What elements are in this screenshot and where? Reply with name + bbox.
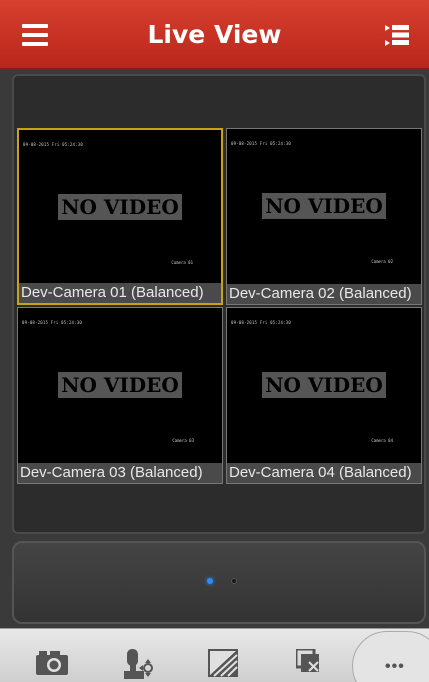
hamburger-menu-icon[interactable] — [22, 24, 48, 46]
osd-camera-name: Camera 03 — [172, 438, 194, 443]
camera-label: Dev-Camera 02 (Balanced) — [227, 284, 421, 304]
header-bar: Live View — [0, 0, 429, 70]
osd-camera-name: Camera 02 — [371, 259, 393, 264]
camera-label: Dev-Camera 01 (Balanced) — [19, 283, 221, 303]
no-video-text: NO VIDEO — [262, 372, 386, 398]
close-window-icon[interactable] — [294, 647, 322, 680]
camera-window-4[interactable]: 09-08-2015 Fri 05:24:30 NO VIDEO Camera … — [226, 307, 422, 484]
bottom-toolbar: ••• — [0, 628, 429, 682]
page-dots — [207, 578, 237, 584]
more-icon: ••• — [385, 658, 405, 675]
camera-grid: 09-08-2015 Fri 05:24:30 NO VIDEO Camera … — [17, 128, 422, 484]
osd-camera-name: Camera 01 — [171, 260, 193, 265]
osd-camera-name: Camera 04 — [371, 438, 393, 443]
osd-timestamp: 09-08-2015 Fri 05:24:30 — [23, 142, 83, 147]
page-dot-inactive[interactable] — [231, 578, 237, 584]
osd-timestamp: 09-08-2015 Fri 05:24:30 — [22, 320, 82, 325]
camera-window-2[interactable]: 09-08-2015 Fri 05:24:30 NO VIDEO Camera … — [226, 128, 422, 305]
live-view-panel: 09-08-2015 Fri 05:24:30 NO VIDEO Camera … — [12, 74, 426, 534]
osd-timestamp: 09-08-2015 Fri 05:24:30 — [231, 141, 291, 146]
page-title: Live View — [147, 19, 282, 49]
page-dot-active[interactable] — [207, 578, 213, 584]
no-video-text: NO VIDEO — [58, 194, 182, 220]
no-video-text: NO VIDEO — [262, 193, 386, 219]
camera-window-3[interactable]: 09-08-2015 Fri 05:24:30 NO VIDEO Camera … — [17, 307, 223, 484]
more-options-button[interactable]: ••• — [352, 631, 429, 682]
device-list-icon[interactable] — [385, 24, 409, 46]
camera-label: Dev-Camera 04 (Balanced) — [227, 463, 421, 483]
ptz-control-icon[interactable] — [124, 649, 156, 682]
osd-timestamp: 09-08-2015 Fri 05:24:30 — [231, 320, 291, 325]
image-quality-icon[interactable] — [208, 649, 238, 682]
camera-label: Dev-Camera 03 (Balanced) — [18, 463, 222, 483]
page-indicator-panel[interactable] — [12, 541, 426, 624]
camera-snapshot-icon[interactable] — [36, 649, 68, 680]
camera-window-1[interactable]: 09-08-2015 Fri 05:24:30 NO VIDEO Camera … — [17, 128, 223, 305]
no-video-text: NO VIDEO — [58, 372, 182, 398]
